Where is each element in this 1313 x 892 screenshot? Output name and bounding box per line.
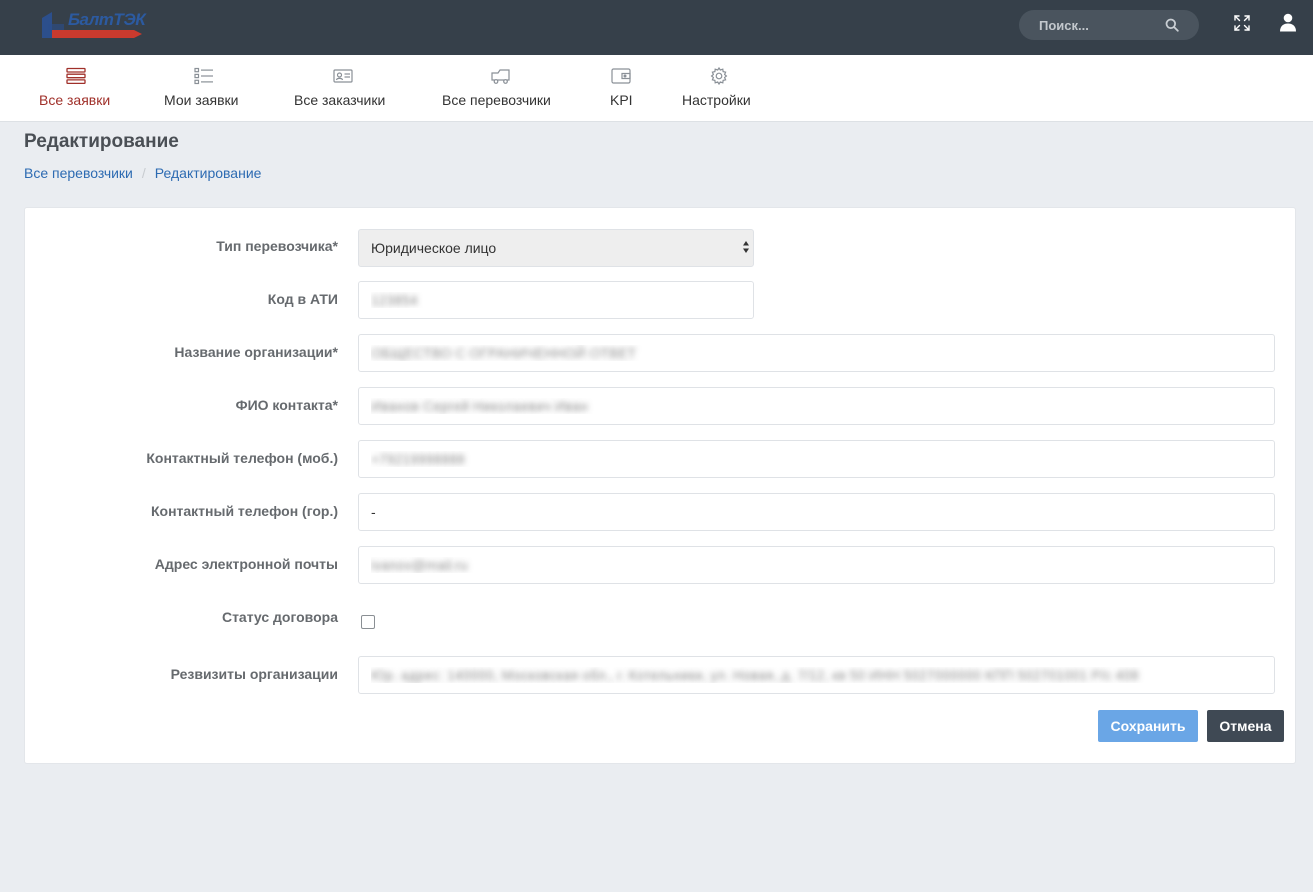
city-phone-label: Контактный телефон (гор.) [150,503,338,519]
carrier-type-select[interactable]: Юридическое лицо [358,229,754,267]
id-card-icon [333,69,353,83]
nav-item-settings[interactable]: Настройки [682,55,756,122]
list-icon [194,67,213,85]
nav-label: Все перевозчики [442,92,551,108]
search-icon[interactable] [1165,18,1179,32]
nav-label: Все заказчики [294,92,386,108]
nav-item-all-requests[interactable]: Все заявки [39,55,113,122]
search-box [1019,10,1199,40]
mobile-phone-label: Контактный телефон (моб.) [146,450,338,466]
stack-icon [66,67,86,85]
logo[interactable]: БалтТЭК [38,8,148,44]
logo-text: БалтТЭК [68,10,146,29]
requisites-input[interactable] [358,656,1275,694]
wallet-icon [611,68,631,84]
contact-name-input[interactable] [358,387,1275,425]
truck-icon [491,69,510,84]
breadcrumb-link-carriers[interactable]: Все перевозчики [24,165,133,181]
org-name-label: Название организации* [174,344,338,360]
cancel-button[interactable]: Отмена [1207,710,1284,742]
carrier-type-label: Тип перевозчика* [216,238,338,254]
breadcrumb: Все перевозчики / Редактирование [24,165,261,181]
nav-item-all-customers[interactable]: Все заказчики [294,55,392,122]
breadcrumb-link-edit[interactable]: Редактирование [155,165,262,181]
nav-label: KPI [610,92,633,108]
page-title: Редактирование [24,131,179,152]
contract-status-checkbox[interactable] [361,615,375,629]
fullscreen-icon[interactable] [1233,14,1251,32]
contract-status-label: Статус договора [221,609,338,625]
ati-code-label: Код в АТИ [267,291,338,307]
org-name-input[interactable] [358,334,1275,372]
user-icon[interactable] [1279,13,1297,32]
ati-code-input[interactable] [358,281,754,319]
nav-label: Все заявки [39,92,111,108]
breadcrumb-separator: / [141,165,146,181]
save-button[interactable]: Сохранить [1098,710,1198,742]
requisites-label: Резвизиты организации [170,666,338,682]
email-input[interactable] [358,546,1275,584]
edit-form-card: Тип перевозчика* Юридическое лицо Код в … [24,207,1296,764]
contact-name-label: ФИО контакта* [235,397,338,413]
city-phone-input[interactable] [358,493,1275,531]
top-bar: БалтТЭК [0,0,1313,55]
nav-item-my-requests[interactable]: Мои заявки [164,55,244,122]
nav-label: Настройки [682,92,751,108]
main-nav: Все заявки Мои заявки Все заказчики Все … [0,55,1313,122]
gear-icon [710,67,728,85]
nav-label: Мои заявки [164,92,239,108]
nav-item-all-carriers[interactable]: Все перевозчики [442,55,560,122]
email-label: Адрес электронной почты [154,556,338,572]
mobile-phone-input[interactable] [358,440,1275,478]
nav-item-kpi[interactable]: KPI [610,55,633,122]
